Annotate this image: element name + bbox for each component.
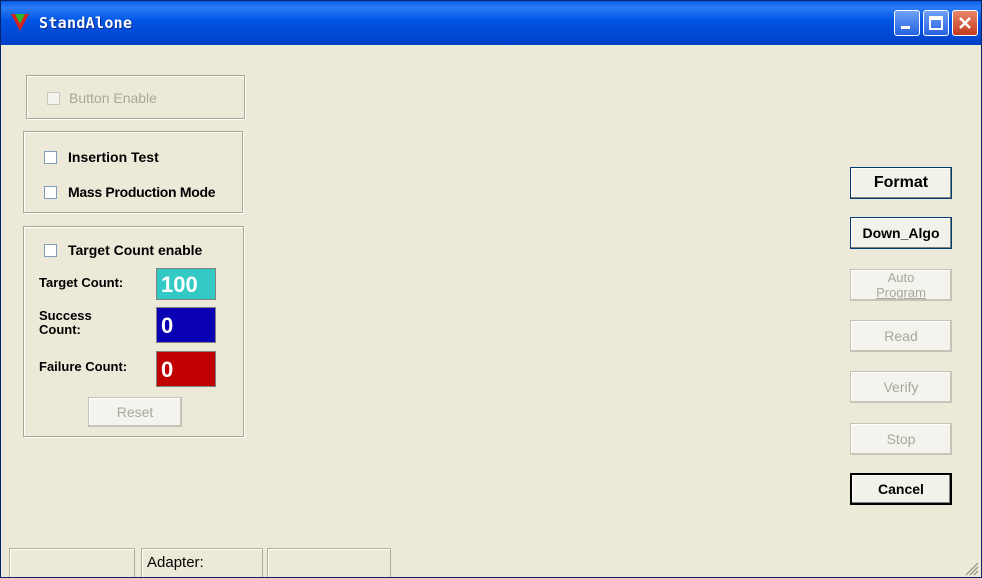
- target-count-enable-checkbox[interactable]: [44, 244, 57, 257]
- window-title: StandAlone: [39, 14, 133, 32]
- reset-button[interactable]: Reset: [88, 397, 182, 427]
- target-count-enable-label: Target Count enable: [68, 242, 203, 258]
- minimize-icon: [901, 26, 910, 29]
- button-enable-group: Button Enable: [26, 75, 245, 119]
- target-count-group: Target Count enable Target Count: 100 Su…: [23, 226, 244, 437]
- success-count-value: 0: [156, 307, 216, 343]
- minimize-button[interactable]: [894, 10, 920, 36]
- maximize-icon: [929, 16, 943, 30]
- failure-count-label: Failure Count:: [39, 359, 128, 374]
- verify-button[interactable]: Verify: [850, 371, 952, 403]
- mode-group: Insertion Test Mass Production Mode: [23, 131, 243, 213]
- format-button[interactable]: Format: [850, 167, 952, 199]
- insertion-test-checkbox[interactable]: [44, 151, 57, 164]
- standalone-window: StandAlone Button Enable Insertion Test …: [0, 0, 982, 578]
- status-bar: Adapter:: [1, 548, 981, 577]
- cancel-button[interactable]: Cancel: [850, 473, 952, 505]
- success-count-label: Success Count:: [39, 309, 92, 337]
- target-count-value: 100: [156, 268, 216, 300]
- target-count-label: Target Count:: [39, 275, 124, 290]
- mass-production-label: Mass Production Mode: [68, 184, 216, 200]
- status-pane-1: [9, 548, 135, 577]
- status-pane-3: [267, 548, 391, 577]
- auto-program-line1: Auto: [887, 270, 915, 285]
- stop-button[interactable]: Stop: [850, 423, 952, 455]
- success-count-label-line1: Success: [39, 308, 92, 323]
- failure-count-value: 0: [156, 351, 216, 387]
- app-logo-icon: [11, 14, 29, 31]
- mass-production-checkbox[interactable]: [44, 186, 57, 199]
- read-button[interactable]: Read: [850, 320, 952, 352]
- close-button[interactable]: [952, 10, 978, 36]
- button-enable-label: Button Enable: [69, 90, 157, 106]
- title-bar[interactable]: StandAlone: [1, 1, 981, 45]
- down-algo-button[interactable]: Down_Algo: [850, 217, 952, 249]
- insertion-test-label: Insertion Test: [68, 149, 159, 165]
- auto-program-button[interactable]: Auto Program: [850, 269, 952, 301]
- success-count-label-line2: Count:: [39, 322, 81, 337]
- resize-grip-icon[interactable]: [961, 558, 979, 576]
- maximize-button[interactable]: [923, 10, 949, 36]
- button-enable-checkbox[interactable]: [47, 92, 60, 105]
- status-pane-adapter: Adapter:: [141, 548, 263, 577]
- auto-program-line2: Program: [876, 285, 926, 300]
- close-icon: [959, 17, 971, 29]
